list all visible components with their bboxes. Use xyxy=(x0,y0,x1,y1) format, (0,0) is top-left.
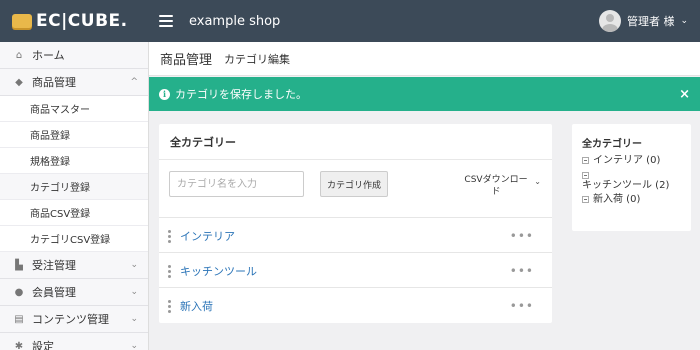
chevron-down-icon: ⌄ xyxy=(130,341,138,350)
category-link[interactable]: 新入荷 xyxy=(180,298,213,314)
logo-text: EC|CUBE. xyxy=(36,11,128,31)
list-item: インテリア ••• xyxy=(159,219,552,253)
page-subtitle: カテゴリ編集 xyxy=(224,52,291,66)
collapse-icon[interactable] xyxy=(582,157,589,164)
category-name-input[interactable] xyxy=(169,171,304,197)
sidebar-subitem-spec-register[interactable]: 規格登録 xyxy=(0,148,148,174)
sidebar: ⌂ ホーム ◆ 商品管理 ^ 商品マスター 商品登録 規格登録 カテゴリ登録 商… xyxy=(0,42,149,350)
file-icon: ▤ xyxy=(14,313,24,325)
alert-message: カテゴリを保存しました。 xyxy=(175,88,307,101)
top-bar: EC|CUBE. example shop 管理者 様 ⌄ xyxy=(0,0,700,42)
tree-item[interactable]: インテリア (0) xyxy=(582,154,691,168)
menu-toggle-icon[interactable] xyxy=(159,15,173,27)
sidebar-item-settings[interactable]: ✱ 設定 ⌄ xyxy=(0,333,148,350)
collapse-icon[interactable] xyxy=(582,196,589,203)
tree-item-label: インテリア (0) xyxy=(593,155,661,166)
category-card: 全カテゴリー カテゴリ作成 CSVダウンロー ド ⌄ インテリア ••• キッチ… xyxy=(159,124,552,323)
chevron-down-icon: ⌄ xyxy=(680,16,688,26)
chevron-down-icon: ⌄ xyxy=(130,314,138,324)
tree-item[interactable]: キッチンツール (2) xyxy=(582,168,691,193)
users-icon: ● xyxy=(14,286,24,298)
user-label: 管理者 様 xyxy=(626,15,675,28)
sidebar-item-members[interactable]: ● 会員管理 ⌄ xyxy=(0,279,148,306)
sidebar-subitem-category-register[interactable]: カテゴリ登録 xyxy=(0,174,148,200)
drag-handle-icon[interactable] xyxy=(168,300,172,313)
sidebar-item-label: 受注管理 xyxy=(32,259,76,272)
create-category-button[interactable]: カテゴリ作成 xyxy=(320,171,388,197)
more-options-icon[interactable]: ••• xyxy=(510,229,534,243)
chevron-down-icon: ⌄ xyxy=(130,287,138,297)
category-link[interactable]: インテリア xyxy=(180,228,235,244)
sidebar-subitem-product-csv[interactable]: 商品CSV登録 xyxy=(0,200,148,226)
page-title: 商品管理 xyxy=(160,53,213,68)
category-form: カテゴリ作成 CSVダウンロー ド ⌄ xyxy=(159,160,552,218)
shop-name[interactable]: example shop xyxy=(189,14,280,29)
sidebar-item-label: ホーム xyxy=(32,49,65,62)
home-icon: ⌂ xyxy=(15,49,23,61)
tag-icon: ◆ xyxy=(15,76,23,88)
sidebar-item-home[interactable]: ⌂ ホーム xyxy=(0,42,148,69)
sidebar-item-label: 商品管理 xyxy=(32,76,76,89)
chevron-down-icon: ⌄ xyxy=(534,177,541,186)
sidebar-subitem-product-register[interactable]: 商品登録 xyxy=(0,122,148,148)
success-alert: i カテゴリを保存しました。 × xyxy=(149,77,700,111)
tree-title: 全カテゴリー xyxy=(582,139,642,150)
avatar xyxy=(598,10,621,32)
tree-item-label: キッチンツール (2) xyxy=(582,180,670,191)
drag-handle-icon[interactable] xyxy=(168,230,172,243)
csv-download-label: CSVダウンロー ド xyxy=(464,175,528,197)
sidebar-item-label: コンテンツ管理 xyxy=(32,313,109,326)
logo[interactable]: EC|CUBE. xyxy=(0,0,149,42)
more-options-icon[interactable]: ••• xyxy=(510,264,534,278)
cart-icon: ▙ xyxy=(15,259,23,271)
sidebar-item-contents[interactable]: ▤ コンテンツ管理 ⌄ xyxy=(0,306,148,333)
gear-icon: ✱ xyxy=(14,340,24,350)
sidebar-item-orders[interactable]: ▙ 受注管理 ⌄ xyxy=(0,252,148,279)
close-icon[interactable]: × xyxy=(679,87,690,102)
category-tree: 全カテゴリー インテリア (0) キッチンツール (2) 新入荷 (0) xyxy=(572,124,691,231)
sidebar-item-label: 会員管理 xyxy=(32,286,76,299)
user-menu[interactable]: 管理者 様 ⌄ xyxy=(598,0,688,42)
sidebar-item-label: 設定 xyxy=(32,340,54,350)
category-link[interactable]: キッチンツール xyxy=(180,263,257,279)
tree-item[interactable]: 新入荷 (0) xyxy=(582,193,691,207)
drag-handle-icon[interactable] xyxy=(168,265,172,278)
tree-item-label: 新入荷 (0) xyxy=(593,194,641,205)
more-options-icon[interactable]: ••• xyxy=(510,299,534,313)
sidebar-subitem-category-csv[interactable]: カテゴリCSV登録 xyxy=(0,226,148,252)
info-icon: i xyxy=(159,88,170,100)
page-header: 商品管理 カテゴリ編集 xyxy=(149,42,700,76)
sidebar-subitem-product-master[interactable]: 商品マスター xyxy=(0,96,148,122)
logo-cube-icon xyxy=(12,14,32,28)
chevron-down-icon: ⌄ xyxy=(130,260,138,270)
list-item: 新入荷 ••• xyxy=(159,289,552,323)
card-title: 全カテゴリー xyxy=(159,124,552,160)
collapse-icon[interactable] xyxy=(582,172,589,179)
sidebar-item-products[interactable]: ◆ 商品管理 ^ xyxy=(0,69,148,96)
chevron-up-icon: ^ xyxy=(130,77,138,87)
list-item: キッチンツール ••• xyxy=(159,254,552,288)
csv-download-button[interactable]: CSVダウンロー ド ⌄ xyxy=(455,174,541,198)
